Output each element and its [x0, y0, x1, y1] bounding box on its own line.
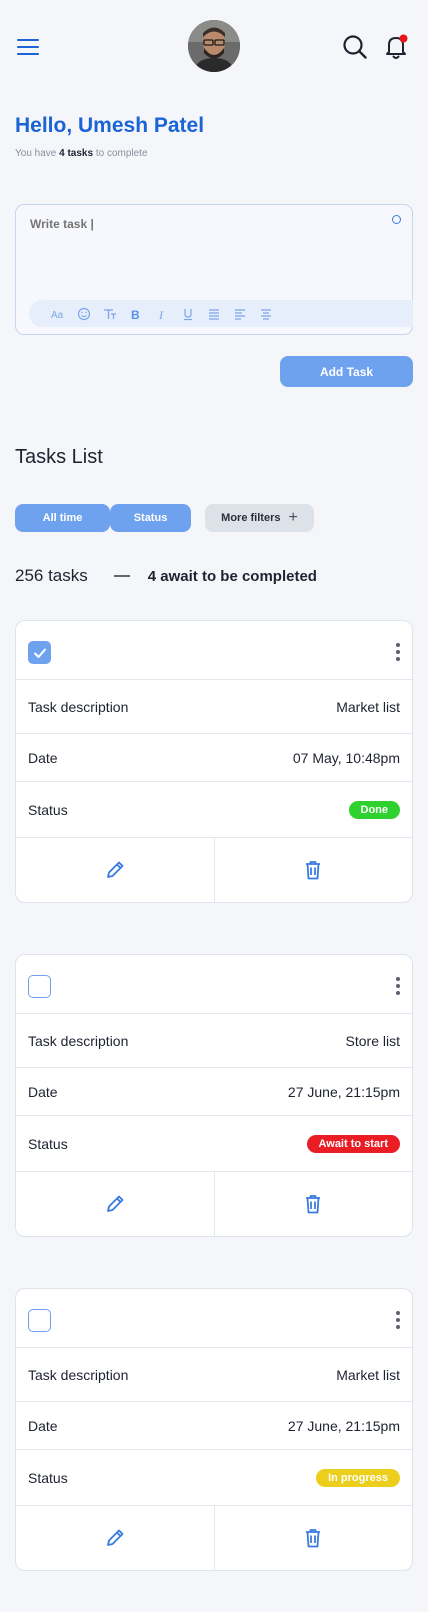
- add-task-button[interactable]: Add Task: [280, 356, 413, 387]
- italic-icon[interactable]: I: [153, 305, 171, 323]
- status-badge: Done: [348, 800, 400, 819]
- status-badge: Await to start: [306, 1134, 400, 1153]
- align-left-icon[interactable]: [231, 305, 249, 323]
- greeting-subtitle: You have 4 tasks to complete: [15, 148, 148, 159]
- status-label: Status: [28, 1135, 68, 1152]
- task-input[interactable]: [30, 217, 370, 231]
- description-value: Store list: [345, 1032, 400, 1049]
- filter-more[interactable]: More filters +: [205, 504, 314, 532]
- task-count: 4 tasks: [59, 148, 94, 159]
- greeting-title: Hello, Umesh Patel: [15, 114, 205, 137]
- await-count: 4 await to be completed: [147, 567, 317, 585]
- description-label: Task description: [28, 698, 129, 715]
- emoji-icon[interactable]: [75, 305, 93, 323]
- hamburger-icon[interactable]: [17, 38, 39, 56]
- text-style-icon[interactable]: [101, 305, 119, 323]
- task-editor[interactable]: Aa B I: [15, 204, 413, 335]
- underline-icon[interactable]: [179, 305, 197, 323]
- tasks-summary: 256 tasks 4 await to be completed: [15, 566, 317, 586]
- date-label: Date: [28, 1083, 58, 1100]
- description-label: Task description: [28, 1032, 129, 1049]
- more-filters-label: More filters: [221, 512, 281, 524]
- tasks-count: 256 tasks: [15, 566, 88, 585]
- trash-icon: [306, 1195, 321, 1214]
- dash-divider: [113, 575, 130, 577]
- task-checkbox[interactable]: [28, 1309, 51, 1332]
- tasks-list-title: Tasks List: [15, 446, 103, 468]
- date-value: 27 June, 21:15pm: [287, 1417, 400, 1434]
- editor-toolbar: Aa B I: [29, 300, 413, 327]
- more-options-icon[interactable]: [394, 977, 402, 997]
- trash-icon: [306, 1529, 321, 1548]
- date-value: 07 May, 10:48pm: [292, 749, 400, 766]
- svg-text:Aa: Aa: [51, 310, 64, 321]
- pencil-icon: [106, 1529, 124, 1546]
- plus-icon: +: [288, 509, 298, 526]
- svg-text:I: I: [158, 308, 164, 321]
- date-label: Date: [28, 749, 58, 766]
- svg-text:B: B: [131, 308, 140, 321]
- more-options-icon[interactable]: [394, 643, 402, 663]
- font-size-icon[interactable]: Aa: [49, 305, 67, 323]
- status-label: Status: [28, 801, 68, 818]
- align-center-icon[interactable]: [257, 305, 275, 323]
- notification-dot: [399, 34, 408, 43]
- edit-button[interactable]: [16, 1506, 214, 1570]
- description-value: Market list: [336, 698, 400, 715]
- delete-button[interactable]: [213, 838, 413, 902]
- more-options-icon[interactable]: [394, 1311, 402, 1331]
- justify-icon[interactable]: [205, 305, 223, 323]
- edit-button[interactable]: [16, 1172, 214, 1236]
- description-value: Market list: [336, 1366, 400, 1383]
- status-dot-icon: [392, 215, 401, 224]
- pencil-icon: [106, 1195, 124, 1212]
- date-label: Date: [28, 1417, 58, 1434]
- check-icon: [33, 648, 46, 658]
- task-card: Task description Market list Date 07 May, …: [15, 620, 413, 903]
- task-card: Task description Store list Date 27 June, …: [15, 954, 413, 1237]
- status-badge: In progress: [316, 1468, 400, 1487]
- description-label: Task description: [28, 1366, 129, 1383]
- task-checkbox[interactable]: [28, 641, 51, 664]
- bell-icon[interactable]: [383, 33, 409, 61]
- date-value: 27 June, 21:15pm: [287, 1083, 400, 1100]
- delete-button[interactable]: [213, 1172, 413, 1236]
- filter-status[interactable]: Status: [110, 504, 191, 532]
- task-checkbox[interactable]: [28, 975, 51, 998]
- avatar[interactable]: [188, 20, 240, 72]
- delete-button[interactable]: [213, 1506, 413, 1570]
- task-card: Task description Market list Date 27 June,…: [15, 1288, 413, 1571]
- trash-icon: [306, 861, 321, 880]
- bold-icon[interactable]: B: [127, 305, 145, 323]
- status-label: Status: [28, 1469, 68, 1486]
- search-icon[interactable]: [342, 34, 368, 60]
- pencil-icon: [106, 861, 124, 878]
- edit-button[interactable]: [16, 838, 214, 902]
- filter-all-time[interactable]: All time: [15, 504, 110, 532]
